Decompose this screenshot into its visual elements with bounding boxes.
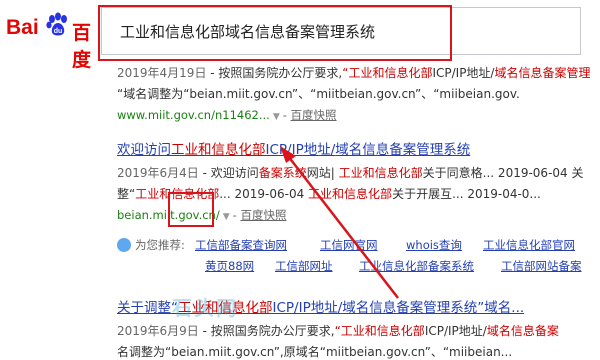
chevron-down-icon[interactable]: ▼ bbox=[223, 212, 230, 222]
result-abstract-line: 2019年6月4日 - 欢迎访问备案系统网站| 工业和信息化部关于同意格... … bbox=[117, 166, 584, 180]
recommend-link[interactable]: 工信部网站备案 bbox=[501, 258, 582, 274]
result-abstract-line: 2019年4月19日 - 按照国务院办公厅要求,“工业和信息化部ICP/IP地址… bbox=[117, 66, 591, 80]
recommend-link[interactable]: 工信部网址 bbox=[275, 258, 333, 274]
chevron-down-icon[interactable]: ▼ bbox=[273, 112, 280, 122]
annotation-box-search bbox=[98, 5, 452, 61]
result-abstract-line: 名调整为“beian.miit.gov.cn”,原域名“miitbeian.go… bbox=[117, 345, 513, 359]
annotation-box-domain bbox=[168, 192, 214, 227]
result-abstract-line: 2019年6月9日 - 按照国务院办公厅要求,“工业和信息化部ICP/IP地址/… bbox=[117, 324, 559, 338]
svg-text:du: du bbox=[54, 28, 63, 35]
result-url-line: www.miit.gov.cn/n11462... ▼ - 百度快照 bbox=[117, 108, 337, 122]
snapshot-link[interactable]: 百度快照 bbox=[291, 108, 337, 122]
logo-text-chinese: 百度 bbox=[72, 23, 92, 71]
watermark: 石头网 bbox=[172, 296, 238, 320]
recommend-link[interactable]: 黄页88网 bbox=[205, 258, 254, 274]
result-url[interactable]: www.miit.gov.cn/n11462... bbox=[117, 108, 270, 122]
related-recommendations: 为您推荐: 工信部备案查询网 工信网官网 whois查询 工业信息化部官网 黄页… bbox=[117, 236, 597, 276]
baidu-logo[interactable]: Bai du 百度 bbox=[6, 12, 98, 71]
recommend-link[interactable]: 工业信息化部备案系统 bbox=[359, 258, 474, 274]
paw-icon: du bbox=[46, 12, 67, 36]
recommend-link[interactable]: 工业信息化部官网 bbox=[483, 237, 575, 253]
recommend-link[interactable]: 工信部备案查询网 bbox=[195, 237, 287, 253]
logo-text-latin: Bai bbox=[6, 16, 39, 39]
search-result-1: 2019年4月19日 - 按照国务院办公厅要求,“工业和信息化部ICP/IP地址… bbox=[117, 64, 591, 123]
recommend-link[interactable]: 工信网官网 bbox=[320, 237, 378, 253]
recommend-icon bbox=[117, 238, 131, 252]
recommend-label: 为您推荐: bbox=[135, 238, 185, 252]
recommend-link[interactable]: whois查询 bbox=[406, 237, 462, 253]
snapshot-link[interactable]: 百度快照 bbox=[240, 208, 286, 222]
result-abstract-line: “域名调整为“beian.miit.gov.cn”、“miitbeian.gov… bbox=[117, 87, 520, 101]
result-title-link[interactable]: 欢迎访问工业和信息化部ICP/IP地址/域名信息备案管理系统 bbox=[117, 138, 583, 158]
